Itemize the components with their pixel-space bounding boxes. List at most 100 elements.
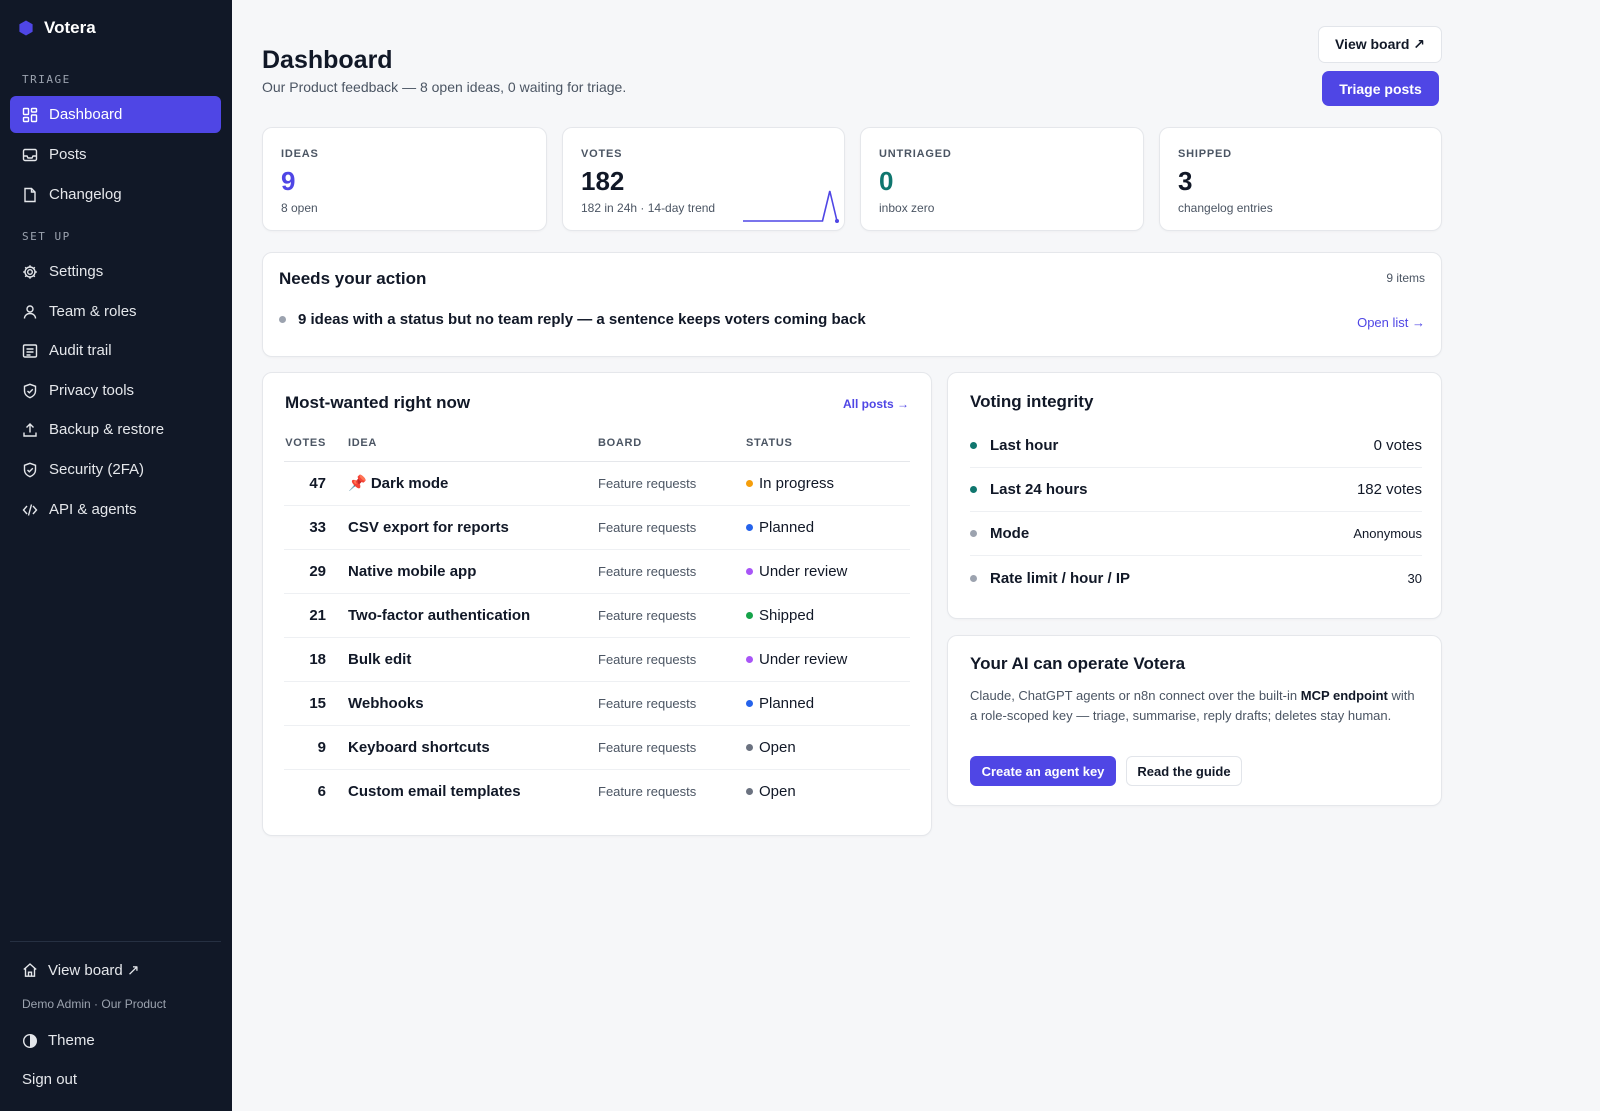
column-header-idea[interactable]: IDEA xyxy=(348,425,598,462)
stat-value: 0 xyxy=(879,166,894,196)
all-posts-link[interactable]: All posts → xyxy=(843,397,909,411)
stat-note: 8 open xyxy=(281,201,318,215)
sidebar-item-posts[interactable]: Posts xyxy=(10,136,221,173)
sign-out-link[interactable]: Sign out xyxy=(22,1071,77,1088)
stat-label: UNTRIAGED xyxy=(879,148,952,160)
most-wanted-card: Most-wanted right now All posts → VOTES … xyxy=(262,372,932,836)
board-name: Feature requests xyxy=(598,593,746,638)
sidebar-item-label: Privacy tools xyxy=(49,382,135,399)
hexagon-logo-icon xyxy=(19,20,33,36)
integrity-row: Rate limit / hour / IP 30 xyxy=(970,556,1422,600)
table-row[interactable]: 18 Bulk edit Feature requests Under review xyxy=(284,637,910,682)
section-label-setup: SET UP xyxy=(22,230,71,243)
sidebar-item-changelog[interactable]: Changelog xyxy=(10,176,221,213)
code-icon xyxy=(22,503,38,516)
status-cell: Under review xyxy=(746,549,910,594)
integrity-value: Anonymous xyxy=(1353,526,1422,541)
idea-title[interactable]: Native mobile app xyxy=(348,549,598,594)
idea-title[interactable]: Two-factor authentication xyxy=(348,593,598,638)
sidebar-view-board-link[interactable]: View board ↗ xyxy=(22,961,140,979)
sidebar-item-label: Security (2FA) xyxy=(49,461,145,478)
status-dot xyxy=(970,574,977,582)
table-row[interactable]: 33 CSV export for reports Feature requests… xyxy=(284,505,910,550)
table-header-row: VOTES IDEA BOARD STATUS xyxy=(284,425,910,462)
user-icon xyxy=(23,304,37,319)
idea-title[interactable]: 📌 Dark mode xyxy=(348,461,598,506)
status-dot xyxy=(746,567,753,575)
contrast-icon xyxy=(22,1033,38,1048)
section-label-triage: TRIAGE xyxy=(22,73,71,86)
needs-action-count: 9 items xyxy=(1386,271,1425,285)
table-row[interactable]: 47 📌 Dark mode Feature requests In progress xyxy=(284,461,910,506)
status-dot xyxy=(970,486,977,493)
sidebar-item-label: Posts xyxy=(49,146,87,163)
triage-posts-button[interactable]: Triage posts xyxy=(1322,71,1439,106)
table-row[interactable]: 9 Keyboard shortcuts Feature requests Open xyxy=(284,725,910,770)
column-header-votes[interactable]: VOTES xyxy=(284,425,348,462)
sidebar-item-settings[interactable]: Settings xyxy=(10,253,221,290)
status-dot xyxy=(746,699,753,707)
theme-toggle[interactable]: Theme xyxy=(22,1032,95,1049)
vote-count: 21 xyxy=(284,593,348,638)
stat-card-votes: VOTES 182 182 in 24h · 14-day trend xyxy=(562,127,845,231)
sidebar-item-team-roles[interactable]: Team & roles xyxy=(10,293,221,330)
status-label: Planned xyxy=(759,694,815,712)
status-dot xyxy=(746,655,753,663)
table-row[interactable]: 15 Webhooks Feature requests Planned xyxy=(284,681,910,726)
sidebar-item-label: Settings xyxy=(49,263,104,280)
column-header-board[interactable]: BOARD xyxy=(598,425,746,462)
vote-count: 29 xyxy=(284,549,348,594)
table-row[interactable]: 21 Two-factor authentication Feature reque… xyxy=(284,593,910,638)
integrity-row: Mode Anonymous xyxy=(970,512,1422,556)
sidebar-item-privacy-tools[interactable]: Privacy tools xyxy=(10,372,221,409)
page-subtitle: Our Product feedback — 8 open ideas, 0 w… xyxy=(262,79,627,95)
integrity-row: Last hour 0 votes xyxy=(970,424,1422,468)
upload-icon xyxy=(23,422,37,437)
status-dot xyxy=(746,787,753,795)
status-cell: Shipped xyxy=(746,593,910,638)
view-board-button[interactable]: View board ↗ xyxy=(1318,26,1442,63)
sidebar-item-security-2fa[interactable]: Security (2FA) xyxy=(10,451,221,488)
idea-title[interactable]: CSV export for reports xyxy=(348,505,598,550)
sparkline-line xyxy=(743,190,838,222)
theme-label: Theme xyxy=(48,1032,95,1049)
sidebar-item-audit-trail[interactable]: Audit trail xyxy=(10,332,221,369)
table-row[interactable]: 29 Native mobile app Feature requests Under… xyxy=(284,549,910,594)
board-name: Feature requests xyxy=(598,783,697,799)
mcp-endpoint-emphasis: MCP endpoint xyxy=(1300,688,1388,703)
status-label: In progress xyxy=(759,474,835,492)
idea-title[interactable]: Webhooks xyxy=(348,681,598,726)
status-label: Open xyxy=(759,782,796,800)
read-guide-button[interactable]: Read the guide xyxy=(1126,756,1242,786)
column-header-status[interactable]: STATUS xyxy=(746,425,910,462)
idea-title[interactable]: Keyboard shortcuts xyxy=(348,725,598,770)
sidebar-item-backup-restore[interactable]: Backup & restore xyxy=(10,411,221,448)
needs-action-title: Needs your action xyxy=(279,269,427,288)
idea-title[interactable]: Bulk edit xyxy=(348,637,598,682)
status-label: Shipped xyxy=(759,606,815,624)
status-dot xyxy=(746,611,753,619)
sidebar-item-label: Dashboard xyxy=(49,106,123,123)
table-row[interactable]: 6 Custom email templates Feature requests O… xyxy=(284,769,910,813)
votes-trend-sparkline xyxy=(743,190,839,223)
board-name: Feature requests xyxy=(598,725,746,770)
stat-card-untriaged: UNTRIAGED 0 inbox zero xyxy=(860,127,1144,231)
idea-title[interactable]: Custom email templates xyxy=(348,769,598,813)
board-name: Feature requests xyxy=(598,505,746,550)
stat-label: VOTES xyxy=(581,148,623,160)
open-list-link[interactable]: Open list → xyxy=(1357,315,1425,330)
sidebar-item-dashboard[interactable]: Dashboard xyxy=(10,96,221,133)
sidebar-item-label: Changelog xyxy=(49,186,122,203)
voting-integrity-card: Voting integrity Last hour 0 votes Last 24… xyxy=(947,372,1442,619)
ideas-table: VOTES IDEA BOARD STATUS 47 📌 Dark mode Fea… xyxy=(284,425,910,813)
page-title: Dashboard xyxy=(262,46,393,74)
vote-count: 47 xyxy=(284,461,348,506)
create-agent-key-button[interactable]: Create an agent key xyxy=(970,756,1116,786)
most-wanted-title: Most-wanted right now xyxy=(285,393,471,412)
integrity-row: Last 24 hours 182 votes xyxy=(970,468,1422,512)
sidebar-item-label: API & agents xyxy=(49,501,137,518)
sign-out-label: Sign out xyxy=(22,1071,78,1088)
integrity-label: Last hour xyxy=(990,437,1059,454)
brand[interactable]: Votera xyxy=(18,18,96,38)
sidebar-item-api-agents[interactable]: API & agents xyxy=(10,491,221,528)
